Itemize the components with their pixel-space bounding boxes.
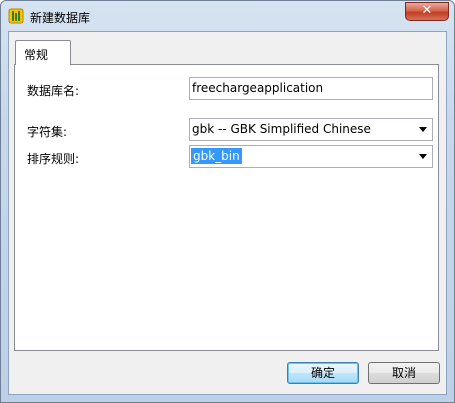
charset-label: 字符集: (27, 125, 68, 139)
ok-button[interactable]: 确定 (287, 362, 359, 384)
db-name-label: 数据库名: (27, 84, 80, 98)
window-title: 新建数据库 (30, 11, 91, 25)
tab-panel-general: 数据库名: freechargeapplication 字符集: gbk -- … (14, 64, 439, 351)
charset-select[interactable]: gbk -- GBK Simplified Chinese (189, 118, 433, 141)
database-app-icon (8, 8, 24, 24)
collation-select[interactable]: gbk_bin (189, 145, 433, 168)
db-name-input[interactable]: freechargeapplication (189, 77, 433, 100)
chevron-down-icon[interactable] (419, 127, 427, 132)
chevron-down-icon[interactable] (419, 154, 427, 159)
dialog-window: 新建数据库 ✕ 常规 数据库名: freechargeapplication 字… (0, 0, 455, 403)
tab-label: 常规 (24, 48, 49, 62)
tab-general[interactable]: 常规 (15, 40, 71, 65)
close-icon: ✕ (421, 3, 433, 18)
charset-value: gbk -- GBK Simplified Chinese (192, 122, 371, 136)
cancel-button[interactable]: 取消 (368, 362, 440, 384)
collation-value: gbk_bin (191, 148, 242, 164)
collation-label: 排序规则: (27, 152, 80, 166)
close-button[interactable]: ✕ (405, 2, 449, 21)
title-bar[interactable]: 新建数据库 ✕ (1, 1, 454, 31)
dialog-client-area: 常规 数据库名: freechargeapplication 字符集: gbk … (8, 31, 447, 395)
